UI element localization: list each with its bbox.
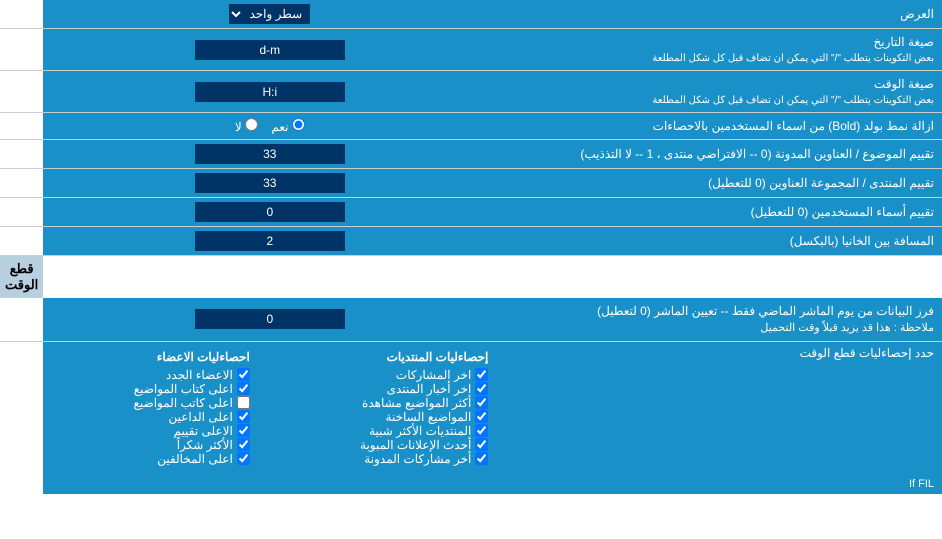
cb-writers-item: اعلى كاتب المواضيع xyxy=(51,396,250,410)
cb-last-posts[interactable] xyxy=(475,452,488,465)
cb-new[interactable] xyxy=(237,368,250,381)
usernames-input-cell xyxy=(43,198,496,227)
snapshot-days-label: فرز البيانات من يوم الماشر الماضي فقط --… xyxy=(496,298,942,341)
display-dropdown[interactable]: سطر واحد سطرين xyxy=(229,4,310,24)
cb-ads[interactable] xyxy=(475,438,488,451)
cb-top-posters[interactable] xyxy=(237,382,250,395)
radio-no-label: لا xyxy=(235,120,258,134)
members-stats-header: احصاءليات الاعضاء xyxy=(51,350,250,364)
cb-top-posters-item: اعلى كتاب المواضيع xyxy=(51,382,250,396)
time-format-input-cell xyxy=(43,71,496,113)
cb-shares-item: اخر المشاركات xyxy=(290,368,489,382)
forum-titles-input-cell xyxy=(43,169,496,198)
date-format-label: صيغة التاريخ بعض التكوينات يتطلب "/" الت… xyxy=(496,29,942,71)
cb-hot[interactable] xyxy=(475,410,488,423)
time-format-label: صيغة الوقت بعض التكوينات يتطلب "/" التي … xyxy=(496,71,942,113)
column-gap-label: المسافة بين الخانيا (بالبكسل) xyxy=(496,227,942,256)
snapshot-header xyxy=(43,256,942,299)
date-format-input[interactable] xyxy=(195,40,345,60)
checkboxes-container: إحصاءليات المنتديات اخر المشاركات اخر أخ… xyxy=(43,341,496,474)
bottom-note: If FIL xyxy=(43,474,942,494)
radio-no[interactable] xyxy=(245,118,258,131)
usernames-input[interactable] xyxy=(195,202,345,222)
cb-last-posts-item: أخر مشاركات المدونة xyxy=(290,452,489,466)
cb-rated-item: الاعلى تقييم xyxy=(51,424,250,438)
display-input-cell: سطر واحد سطرين xyxy=(43,0,496,29)
forum-titles-label: تقييم المنتدى / المجموعة العناوين (0 للت… xyxy=(496,169,942,198)
radio-yes-label: نعم xyxy=(268,120,305,134)
usernames-label: تقييم أسماء المستخدمين (0 للتعطيل) xyxy=(496,198,942,227)
cb-thanks[interactable] xyxy=(237,438,250,451)
snapshot-header-cell: قطع الوقت xyxy=(0,256,43,299)
cb-views-item: أكثر المواضيع مشاهدة xyxy=(290,396,489,410)
cb-hot-item: المواضيع الساخنة xyxy=(290,410,489,424)
cb-similar-item: المنتديات الأكثر شبية xyxy=(290,424,489,438)
radio-yes[interactable] xyxy=(292,118,305,131)
snapshot-days-input[interactable] xyxy=(195,309,345,329)
cb-referrers[interactable] xyxy=(237,410,250,423)
cb-referrers-item: اعلى الداعين xyxy=(51,410,250,424)
cb-news-item: اخر أخبار المنتدى xyxy=(290,382,489,396)
posts-stats-header: إحصاءليات المنتديات xyxy=(290,350,489,364)
bold-remove-label: ازالة نمط بولد (Bold) من اسماء المستخدمي… xyxy=(496,113,942,140)
cb-ads-item: أحدث الإعلانات المبوبة xyxy=(290,438,489,452)
cb-writers[interactable] xyxy=(237,396,250,409)
stats-apply-label: حدد إحصاءليات قطع الوقت xyxy=(496,341,942,474)
forum-titles-input[interactable] xyxy=(195,173,345,193)
cb-views[interactable] xyxy=(475,396,488,409)
cb-ignored-item: اعلى المخالفين xyxy=(51,452,250,466)
column-gap-input-cell xyxy=(43,227,496,256)
cb-similar[interactable] xyxy=(475,424,488,437)
topic-titles-label: تقييم الموضوع / العناوين المدونة (0 -- ا… xyxy=(496,140,942,169)
topic-titles-input[interactable] xyxy=(195,144,345,164)
cb-rated[interactable] xyxy=(237,424,250,437)
time-format-input[interactable] xyxy=(195,82,345,102)
cb-shares[interactable] xyxy=(475,368,488,381)
cb-new-item: الاعضاء الجدد xyxy=(51,368,250,382)
display-label: العرض xyxy=(496,0,942,29)
date-format-input-cell xyxy=(43,29,496,71)
cb-thanks-item: الأكثر شكراً xyxy=(51,438,250,452)
cb-news[interactable] xyxy=(475,382,488,395)
bold-remove-radio-cell: نعم لا xyxy=(43,113,496,140)
cb-ignored[interactable] xyxy=(237,452,250,465)
column-gap-input[interactable] xyxy=(195,231,345,251)
topic-titles-input-cell xyxy=(43,140,496,169)
snapshot-days-input-cell xyxy=(43,298,496,341)
